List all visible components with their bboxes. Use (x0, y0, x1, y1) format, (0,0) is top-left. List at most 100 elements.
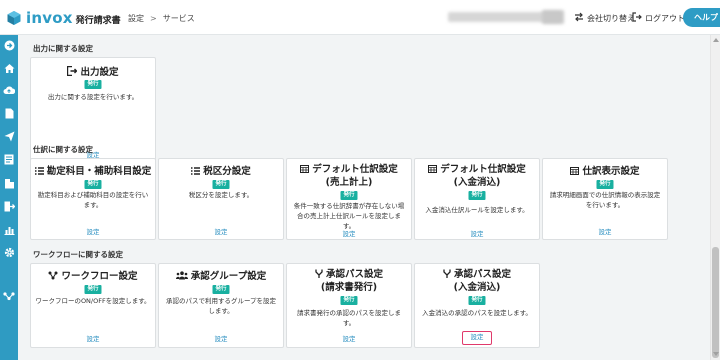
user-avatar-redacted (542, 10, 564, 24)
scrollbar-thumb[interactable] (712, 247, 719, 358)
settings-link[interactable]: 設定 (287, 333, 411, 343)
breadcrumb-service: サービス (162, 14, 195, 23)
send-icon[interactable] (3, 130, 15, 142)
card-description: 勘定科目および補助科目の設定を行います。 (37, 191, 149, 209)
section-title-journal: 仕訳に関する設定 (33, 145, 93, 154)
card-subtitle: (売上計上) (325, 177, 373, 188)
gear-icon[interactable] (3, 246, 15, 258)
settings-link[interactable]: 設定 (543, 226, 667, 236)
card-description: 承認のパスで利用するグループを設定します。 (165, 297, 277, 315)
badge-issue: 発行 (468, 296, 486, 305)
card-approval-group: 承認グループ設定 発行 承認のパスで利用するグループを設定します。 設定 (158, 263, 284, 348)
card-description: 入金消込仕訳ルールを設定します。 (425, 206, 529, 214)
card-default-journal-sales: デフォルト仕訳設定 (売上計上) 発行 条件一致する仕訳辞書が存在しない場合の売… (286, 158, 412, 240)
workflow-icon[interactable] (3, 290, 15, 302)
card-tax-settings: 税区分設定 発行 税区分を設定します。 設定 (158, 158, 284, 240)
logout-icon (632, 12, 642, 24)
settings-link[interactable]: 設定 (287, 228, 411, 238)
card-account-settings: 勘定科目・補助科目設定 発行 勘定科目および補助科目の設定を行います。 設定 (30, 158, 156, 240)
card-journal-display: 仕訳表示設定 発行 請求明細画面での仕訳情報の表示設定を行います。 設定 (542, 158, 668, 240)
users-icon (175, 271, 188, 284)
breadcrumb-separator: > (150, 14, 157, 23)
logo-subtitle: 発行請求書 (75, 16, 121, 26)
app-header: invox 発行請求書 設定 > サービス 会社切り替え ログアウト ヘルプ (0, 0, 720, 35)
export-icon (67, 65, 78, 80)
section-title-output: 出力に関する設定 (33, 44, 93, 53)
cloud-upload-icon[interactable] (3, 84, 15, 96)
section-title-workflow: ワークフローに関する設定 (33, 250, 123, 259)
card-title-text: デフォルト仕訳設定 (312, 164, 398, 175)
workflow-icon (48, 271, 58, 284)
scroll-up-arrow-icon[interactable] (713, 38, 719, 42)
main-content: 出力に関する設定 出力設定 発行 出力に関する設定を行います。 設定 仕訳に関す… (18, 35, 710, 360)
card-title: 出力設定 (31, 65, 155, 80)
logout-link[interactable]: ログアウト (632, 12, 685, 24)
card-title-text: 出力設定 (80, 67, 119, 78)
settings-link-highlighted[interactable]: 設定 (462, 331, 492, 345)
logo[interactable]: invox 発行請求書 (6, 9, 121, 27)
card-title: 税区分設定 (159, 165, 283, 179)
chart-icon[interactable] (3, 223, 15, 235)
card-title-text: 仕訳表示設定 (582, 166, 640, 177)
settings-link[interactable]: 設定 (159, 226, 283, 236)
logo-cube-icon (6, 10, 22, 26)
document-icon[interactable] (3, 107, 15, 119)
logout-label: ログアウト (645, 13, 685, 23)
badge-issue: 発行 (212, 285, 230, 294)
logo-text: invox (26, 9, 73, 27)
card-title-text: 税区分設定 (203, 166, 251, 177)
card-title: 承認パス設定 (287, 268, 411, 282)
settings-link[interactable]: 設定 (31, 333, 155, 343)
help-button[interactable]: ヘルプ (683, 8, 720, 27)
scroll-down-arrow-icon[interactable] (713, 352, 719, 356)
badge-issue: 発行 (84, 80, 102, 89)
badge-issue: 発行 (212, 180, 230, 189)
arrow-right-circle-icon[interactable] (3, 39, 15, 51)
card-subtitle: (請求書発行) (320, 282, 378, 293)
switch-icon (574, 12, 584, 24)
badge-issue: 発行 (340, 296, 358, 305)
sidebar (0, 35, 18, 360)
home-icon[interactable] (3, 62, 15, 74)
card-description: 請求明細画面での仕訳情報の表示設定を行います。 (549, 191, 661, 209)
card-title: デフォルト仕訳設定 (415, 163, 539, 177)
badge-issue: 発行 (596, 180, 614, 189)
building-icon[interactable] (3, 177, 15, 189)
badge-issue: 発行 (468, 191, 486, 200)
card-approval-path-payment: 承認パス設定 (入金消込) 発行 入金消込の承認のパスを設定します。 設定 (414, 263, 540, 348)
export-icon[interactable] (3, 200, 15, 212)
badge-issue: 発行 (84, 180, 102, 189)
card-title-text: 承認グループ設定 (190, 271, 267, 282)
card-title-text: 勘定科目・補助科目設定 (46, 166, 152, 177)
card-title-text: デフォルト仕訳設定 (440, 164, 526, 175)
card-title: デフォルト仕訳設定 (287, 163, 411, 177)
card-title-text: 承認パス設定 (325, 269, 383, 280)
list-icon (34, 166, 44, 179)
card-title: 承認グループ設定 (159, 270, 283, 284)
card-workflow-settings: ワークフロー設定 発行 ワークフローのON/OFFを設定します。 設定 (30, 263, 156, 348)
settings-link[interactable]: 設定 (31, 226, 155, 236)
card-title-text: 承認パス設定 (453, 269, 511, 280)
document-list-icon[interactable] (3, 153, 15, 165)
card-description: 税区分を設定します。 (188, 191, 254, 199)
breadcrumb: 設定 > サービス (128, 13, 195, 24)
card-description: 条件一致する仕訳辞書が存在しない場合の売上計上仕訳ルールを設定します。 (293, 202, 405, 230)
breadcrumb-settings[interactable]: 設定 (128, 14, 144, 23)
card-description: 出力に関する設定を行います。 (47, 93, 139, 101)
card-title: 承認パス設定 (415, 268, 539, 282)
settings-link[interactable]: 設定 (415, 228, 539, 238)
list-icon (191, 166, 201, 179)
switch-company-label: 会社切り替え (587, 13, 635, 23)
table-icon (570, 166, 580, 179)
card-title: ワークフロー設定 (31, 270, 155, 284)
card-approval-path-invoice: 承認パス設定 (請求書発行) 発行 請求書発行の承認のパスを設定します。 設定 (286, 263, 412, 348)
settings-link[interactable]: 設定 (159, 333, 283, 343)
vertical-scrollbar[interactable] (710, 35, 720, 360)
card-default-journal-payment: デフォルト仕訳設定 (入金消込) 発行 入金消込仕訳ルールを設定します。 設定 (414, 158, 540, 240)
badge-issue: 発行 (84, 285, 102, 294)
card-title: 仕訳表示設定 (543, 165, 667, 179)
card-subtitle: (入金消込) (453, 282, 501, 293)
switch-company-link[interactable]: 会社切り替え (574, 12, 635, 24)
card-description: 請求書発行の承認のパスを設定します。 (297, 309, 401, 327)
badge-issue: 発行 (340, 191, 358, 200)
